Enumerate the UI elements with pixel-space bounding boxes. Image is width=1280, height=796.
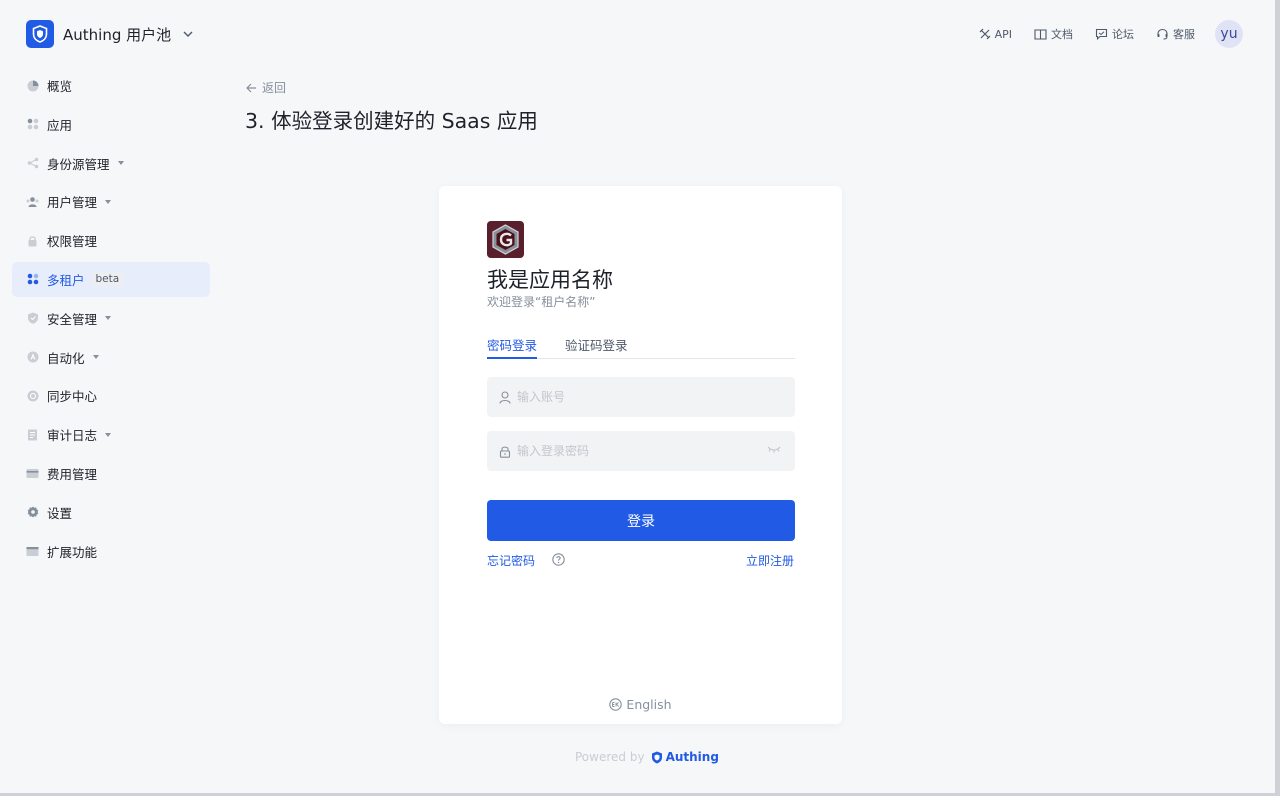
credit-card-icon <box>26 467 39 480</box>
authing-shield-icon <box>651 751 662 763</box>
sidebar-item-label: 多租户 <box>47 272 85 288</box>
language-icon <box>609 698 623 711</box>
sidebar-item-identity-sources[interactable]: 身份源管理 <box>12 146 210 181</box>
sidebar-item-permissions[interactable]: 权限管理 <box>12 223 210 258</box>
account-input[interactable] <box>517 390 757 404</box>
headset-icon <box>1157 28 1168 40</box>
share-icon <box>26 157 39 170</box>
chat-icon <box>1095 28 1108 40</box>
sidebar-item-settings[interactable]: 设置 <box>12 495 210 530</box>
caret-down-icon <box>105 199 112 204</box>
userpool-switcher[interactable]: Authing 用户池 <box>26 20 193 48</box>
sidebar-item-automation[interactable]: 自动化 <box>12 340 210 375</box>
powered-by-brand-label: Authing <box>665 750 719 764</box>
sidebar: 概览 应用 身份源管理 用户管理 权限管理 多租户 beta 安全管理 自动化 … <box>12 68 210 572</box>
active-tab-indicator <box>487 357 537 359</box>
window-border-right <box>1275 0 1280 796</box>
login-method-tabs: 密码登录 验证码登录 <box>487 332 795 359</box>
book-icon <box>1034 29 1047 40</box>
powered-by-text: Powered by <box>575 750 645 764</box>
api-link[interactable]: API <box>979 28 1012 41</box>
pie-chart-icon <box>26 79 39 92</box>
sidebar-item-label: 审计日志 <box>47 428 98 444</box>
sidebar-item-security[interactable]: 安全管理 <box>12 301 210 336</box>
language-label: English <box>626 697 672 712</box>
sidebar-item-billing[interactable]: 费用管理 <box>12 456 210 491</box>
beta-badge: beta <box>90 272 125 287</box>
lock-icon <box>26 234 39 247</box>
account-field[interactable] <box>487 377 795 417</box>
sidebar-item-label: 用户管理 <box>47 195 98 211</box>
app-name: 我是应用名称 <box>487 268 613 292</box>
user-avatar[interactable]: yu <box>1215 20 1243 48</box>
lock-icon <box>499 446 511 458</box>
tab-code-login[interactable]: 验证码登录 <box>565 335 628 354</box>
chevron-down-icon <box>183 31 193 37</box>
support-link[interactable]: 客服 <box>1156 26 1195 42</box>
sidebar-item-audit-logs[interactable]: 审计日志 <box>12 417 210 452</box>
sidebar-item-multi-tenant[interactable]: 多租户 beta <box>12 261 210 297</box>
welcome-text: 欢迎登录“租户名称” <box>487 295 596 309</box>
gear-icon <box>26 506 39 519</box>
sidebar-item-label: 安全管理 <box>47 311 98 327</box>
back-link-label: 返回 <box>262 81 287 95</box>
password-input[interactable] <box>517 444 757 458</box>
top-links: API 文档 论坛 客服 yu <box>957 20 1243 48</box>
powered-by: Powered by Authing <box>575 750 719 764</box>
support-link-label: 客服 <box>1173 28 1195 41</box>
forgot-password-link[interactable]: 忘记密码 <box>487 552 535 569</box>
question-circle-icon[interactable] <box>552 553 565 566</box>
sidebar-item-overview[interactable]: 概览 <box>12 68 210 103</box>
login-preview-card: 我是应用名称 欢迎登录“租户名称” 密码登录 验证码登录 登录 忘记密码 立即注… <box>439 186 842 724</box>
sidebar-item-label: 应用 <box>47 117 73 133</box>
extension-icon <box>26 545 39 558</box>
top-bar: Authing 用户池 API 文档 论坛 客服 yu <box>0 0 1275 68</box>
caret-down-icon <box>92 355 99 360</box>
userpool-name: Authing 用户池 <box>63 25 172 44</box>
sidebar-item-sync-center[interactable]: 同步中心 <box>12 378 210 413</box>
sidebar-item-label: 扩展功能 <box>47 544 98 560</box>
tab-password-login[interactable]: 密码登录 <box>487 335 537 354</box>
register-link[interactable]: 立即注册 <box>746 552 794 569</box>
app-logo <box>487 221 524 258</box>
caret-down-icon <box>117 161 124 166</box>
docs-link-label: 文档 <box>1051 28 1073 41</box>
password-field[interactable] <box>487 431 795 471</box>
eye-closed-icon[interactable] <box>767 445 781 455</box>
automation-icon <box>26 351 39 364</box>
apps-grid-icon <box>26 118 39 131</box>
sync-icon <box>26 389 39 402</box>
sidebar-item-apps[interactable]: 应用 <box>12 107 210 142</box>
forum-link[interactable]: 论坛 <box>1095 26 1134 42</box>
user-icon <box>499 390 511 404</box>
authing-logo-icon <box>26 20 54 48</box>
docs-link[interactable]: 文档 <box>1034 26 1073 42</box>
forum-link-label: 论坛 <box>1112 28 1134 41</box>
document-icon <box>26 428 39 441</box>
powered-by-brand[interactable]: Authing <box>651 750 719 764</box>
page-title: 3. 体验登录创建好的 Saas 应用 <box>245 109 538 133</box>
caret-down-icon <box>105 432 112 437</box>
shield-icon <box>26 312 39 325</box>
users-icon <box>26 195 39 208</box>
language-switcher[interactable]: English <box>439 697 842 712</box>
caret-down-icon <box>105 316 112 321</box>
sidebar-item-users[interactable]: 用户管理 <box>12 184 210 219</box>
tools-icon <box>979 28 991 40</box>
sidebar-item-label: 权限管理 <box>47 234 98 250</box>
sidebar-item-label: 费用管理 <box>47 466 98 482</box>
arrow-left-icon <box>246 83 256 92</box>
sidebar-item-label: 设置 <box>47 505 73 521</box>
sidebar-item-label: 同步中心 <box>47 389 98 405</box>
sidebar-item-label: 身份源管理 <box>47 156 110 172</box>
back-link[interactable]: 返回 <box>246 79 286 96</box>
login-button[interactable]: 登录 <box>487 500 795 541</box>
tenants-icon <box>26 273 39 286</box>
sidebar-item-label: 自动化 <box>47 350 85 366</box>
sidebar-item-extensions[interactable]: 扩展功能 <box>12 534 210 569</box>
sidebar-item-label: 概览 <box>47 79 73 94</box>
api-link-label: API <box>994 27 1012 41</box>
